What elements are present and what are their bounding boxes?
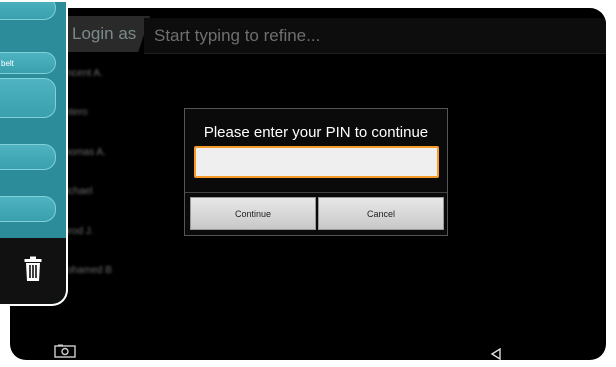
side-panel-button[interactable] [0, 2, 56, 20]
search-bar[interactable] [144, 18, 606, 54]
user-list: Vincent A. Antero Thomas A. Michael Jaro… [58, 64, 168, 300]
side-panel-button[interactable] [0, 196, 56, 222]
continue-button[interactable]: Continue [190, 197, 316, 230]
dialog-divider [185, 192, 447, 193]
side-panel-button[interactable] [0, 78, 56, 118]
pin-input[interactable] [194, 146, 439, 178]
side-panel: belt [0, 0, 68, 306]
pin-dialog-title: Please enter your PIN to continue [203, 124, 429, 141]
pin-dialog: Please enter your PIN to continue Contin… [184, 108, 448, 236]
list-item[interactable]: Antero [58, 103, 168, 142]
side-panel-button[interactable]: belt [0, 52, 56, 74]
login-as-label: Login as [72, 24, 137, 43]
back-icon[interactable] [490, 348, 502, 360]
trash-icon[interactable] [24, 256, 42, 282]
list-item[interactable]: Jarod J. [58, 222, 168, 261]
list-item[interactable]: Michael [58, 182, 168, 221]
side-panel-footer [0, 238, 66, 304]
list-item[interactable]: Vincent A. [58, 64, 168, 103]
side-panel-button-label: belt [1, 59, 14, 68]
list-item[interactable]: Mohamed B [58, 261, 168, 300]
search-input[interactable] [154, 24, 594, 48]
side-panel-button[interactable] [0, 144, 56, 170]
list-item[interactable]: Thomas A. [58, 143, 168, 182]
cancel-button[interactable]: Cancel [318, 197, 444, 230]
camera-icon[interactable] [54, 344, 76, 358]
